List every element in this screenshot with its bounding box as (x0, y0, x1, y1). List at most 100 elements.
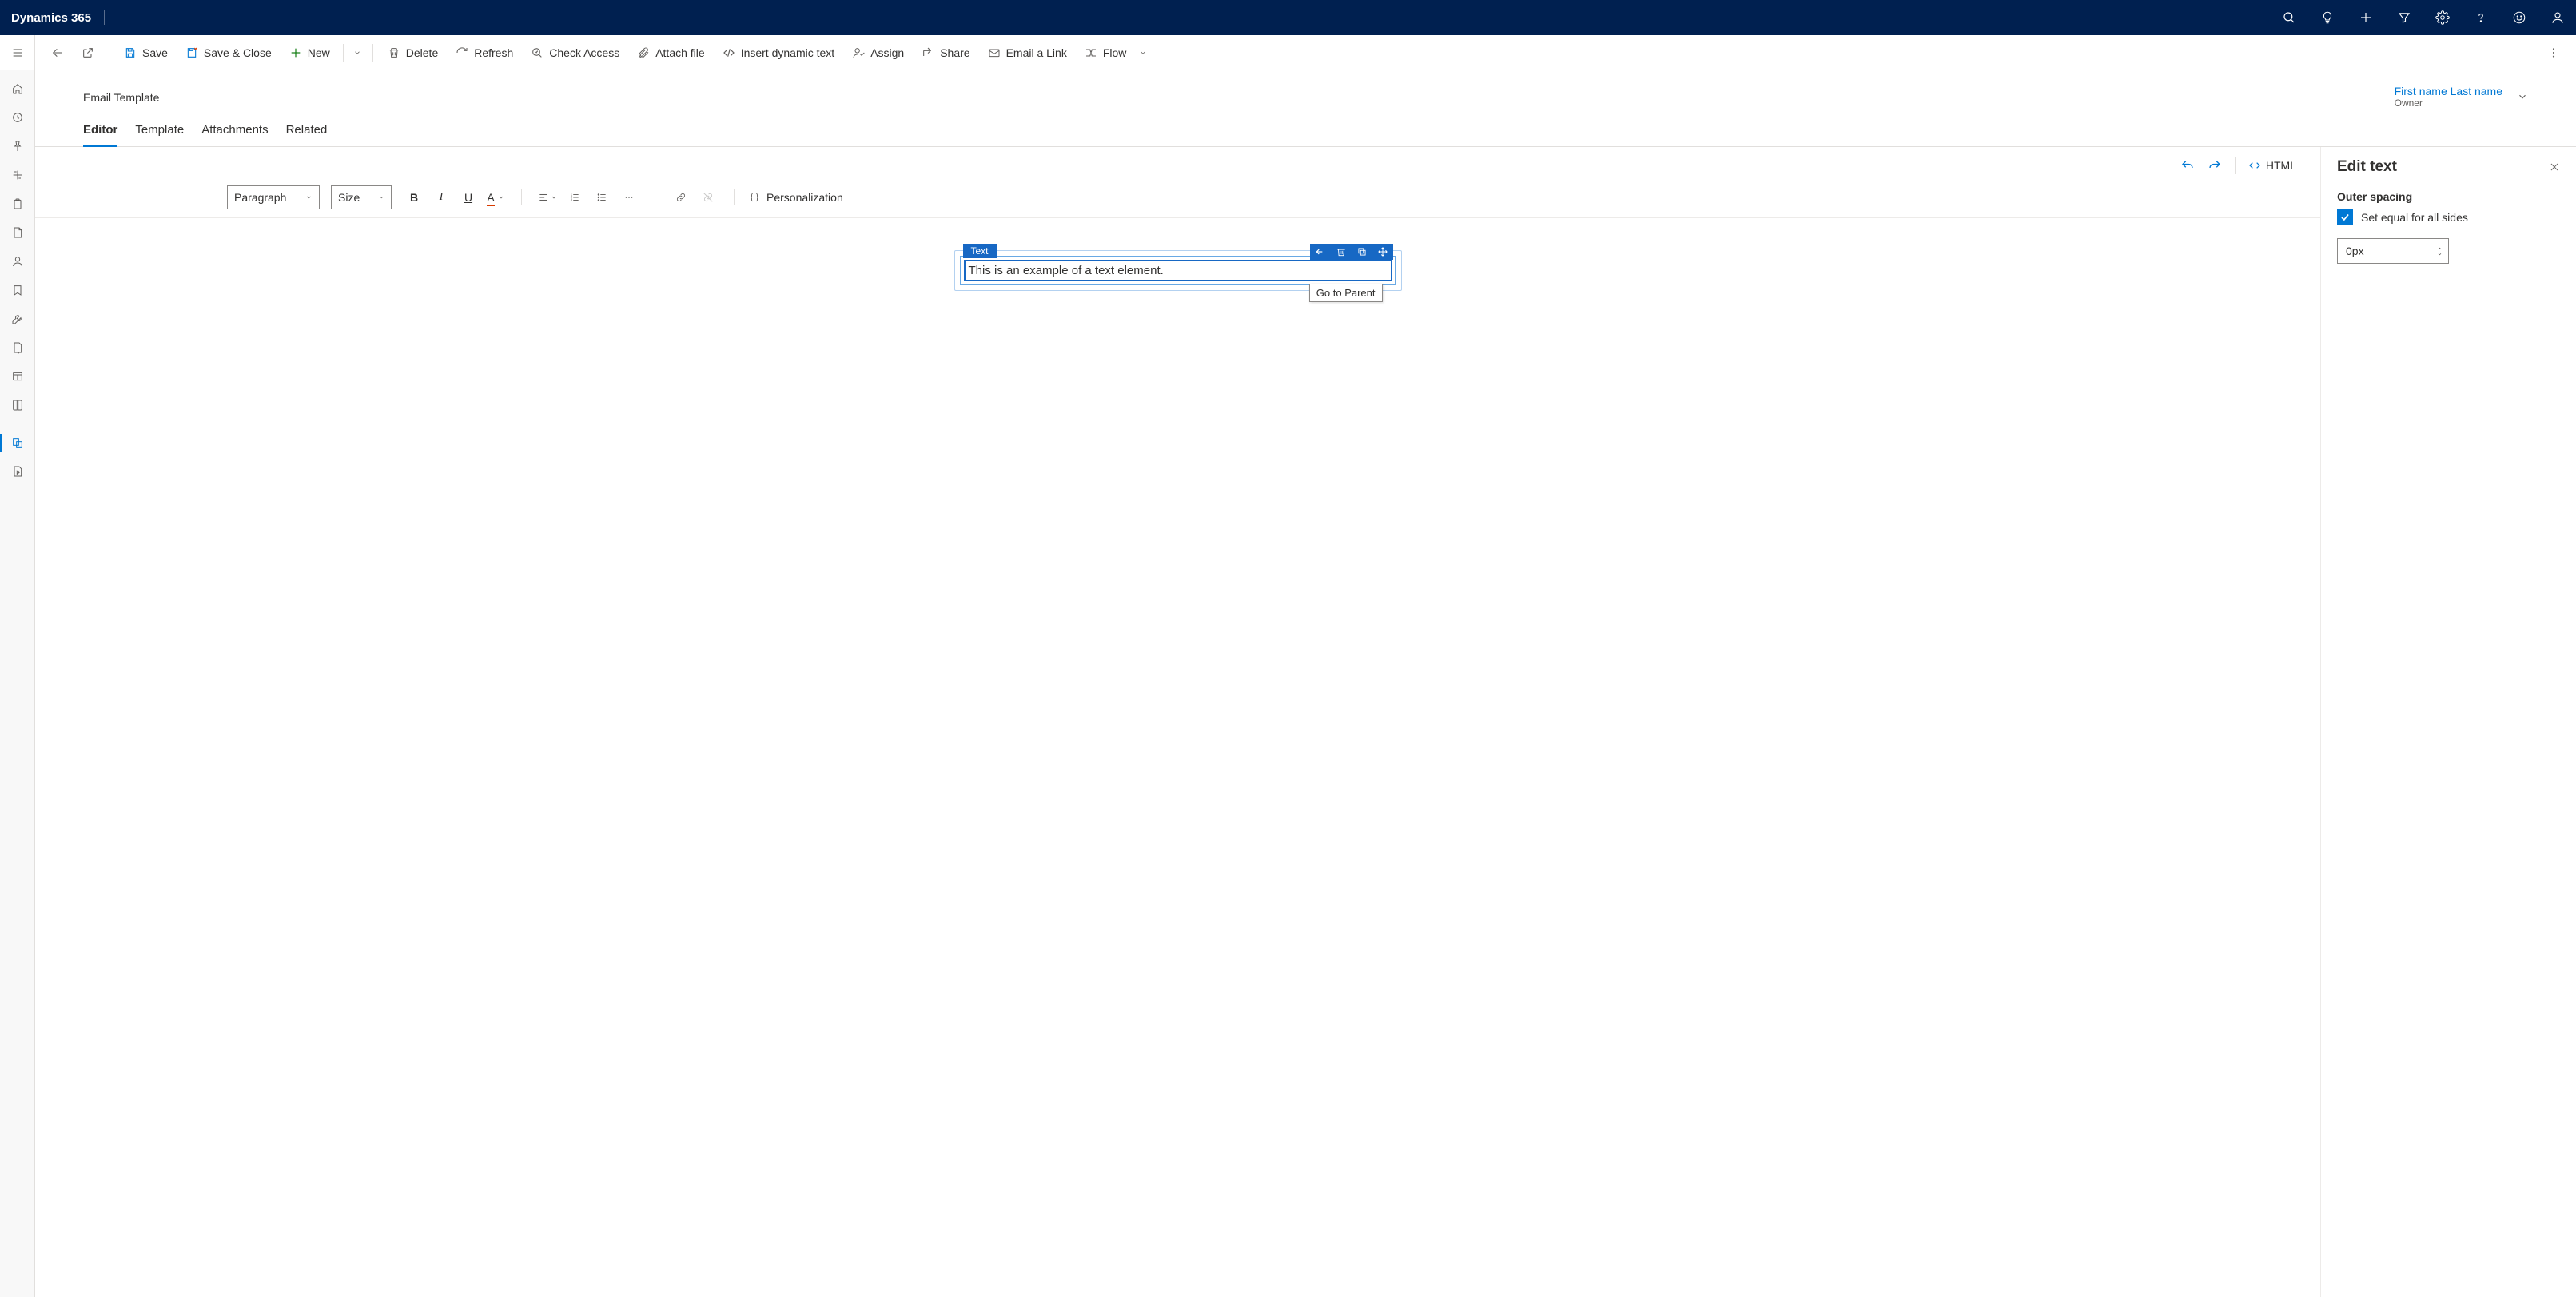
insert-dynamic-button[interactable]: Insert dynamic text (715, 40, 843, 66)
rail-item-4[interactable] (0, 161, 35, 189)
bullet-list-button[interactable] (591, 186, 613, 209)
check-access-button[interactable]: Check Access (523, 40, 627, 66)
commandbar-row: Save Save & Close New D (0, 35, 2576, 70)
new-button[interactable]: New (281, 40, 338, 66)
refresh-label: Refresh (474, 46, 513, 59)
delete-button[interactable]: Delete (380, 40, 446, 66)
open-new-window-button[interactable] (74, 38, 102, 67)
flow-dropdown[interactable] (1134, 49, 1152, 57)
share-button[interactable]: Share (914, 40, 977, 66)
more-formatting-button[interactable] (618, 186, 640, 209)
html-toggle-button[interactable]: HTML (2248, 159, 2296, 172)
owner-label: Owner (2395, 97, 2502, 109)
share-label: Share (940, 46, 969, 59)
assign-label: Assign (870, 46, 904, 59)
section-selection[interactable]: Text (954, 250, 1402, 291)
divider (2235, 157, 2236, 174)
rail-item-10[interactable] (0, 334, 35, 361)
main-shell: Email Template First name Last name Owne… (0, 70, 2576, 1297)
spacing-input[interactable]: 0px (2337, 238, 2449, 264)
rail-home[interactable] (0, 75, 35, 102)
help-icon[interactable] (2474, 10, 2488, 25)
flow-icon (1085, 46, 1097, 59)
delete-element-button[interactable] (1331, 244, 1352, 260)
size-dd-label: Size (338, 191, 360, 204)
overflow-menu[interactable] (2539, 38, 2568, 67)
owner-lookup[interactable]: First name Last name Owner (2395, 85, 2528, 109)
link-button[interactable] (670, 186, 692, 209)
rail-item-6[interactable] (0, 219, 35, 246)
gear-icon[interactable] (2435, 10, 2450, 25)
personalization-button[interactable]: Personalization (749, 191, 843, 204)
canvas[interactable]: Text (35, 218, 2320, 1297)
save-close-icon (185, 46, 198, 59)
font-color-button[interactable]: A (484, 186, 507, 209)
tab-attachments[interactable]: Attachments (201, 123, 268, 146)
code-icon (723, 46, 735, 59)
element-controls (1310, 244, 1393, 260)
unlink-button[interactable] (697, 186, 719, 209)
column-selection[interactable]: Text (960, 256, 1396, 285)
undo-button[interactable] (2180, 158, 2195, 173)
smile-icon[interactable] (2512, 10, 2526, 25)
commandbar: Save Save & Close New D (35, 35, 2576, 70)
close-panel-button[interactable] (2549, 161, 2560, 173)
rail-book[interactable] (0, 392, 35, 419)
rail-bookmark[interactable] (0, 277, 35, 304)
rail-clipboard[interactable] (0, 190, 35, 217)
new-dropdown[interactable] (348, 49, 366, 57)
rail-item-11[interactable] (0, 363, 35, 390)
search-icon[interactable] (2282, 10, 2296, 25)
spinner-arrows[interactable] (2436, 246, 2443, 257)
equal-sides-checkbox[interactable] (2337, 209, 2353, 225)
underline-button[interactable]: U (457, 186, 480, 209)
flow-button[interactable]: Flow (1077, 40, 1135, 66)
italic-button[interactable]: I (430, 186, 452, 209)
lightbulb-icon[interactable] (2320, 10, 2335, 25)
email-link-label: Email a Link (1006, 46, 1067, 59)
delete-label: Delete (406, 46, 438, 59)
check-access-icon (531, 46, 543, 59)
braces-icon (749, 192, 760, 203)
move-element-button[interactable] (1372, 244, 1393, 260)
refresh-button[interactable]: Refresh (448, 40, 521, 66)
filter-icon[interactable] (2397, 10, 2411, 25)
save-button[interactable]: Save (116, 40, 176, 66)
numbered-list-button[interactable]: 123 (563, 186, 586, 209)
align-button[interactable] (536, 186, 559, 209)
assign-icon (852, 46, 865, 59)
rail-wrench[interactable] (0, 305, 35, 332)
save-icon (124, 46, 137, 59)
rail-pinned[interactable] (0, 133, 35, 160)
sitemap-toggle[interactable] (0, 35, 35, 70)
chevron-down-icon (379, 193, 384, 201)
app-title: Dynamics 365 (11, 11, 91, 25)
duplicate-element-button[interactable] (1352, 244, 1372, 260)
plus-icon[interactable] (2359, 10, 2373, 25)
flow-label: Flow (1103, 46, 1127, 59)
new-label: New (308, 46, 330, 59)
rail-contacts[interactable] (0, 248, 35, 275)
back-button[interactable] (43, 38, 72, 67)
form-tabs: Editor Template Attachments Related (35, 109, 2576, 147)
save-close-button[interactable]: Save & Close (177, 40, 280, 66)
formatting-toolbar: Paragraph Size B I U A (35, 182, 2320, 218)
bold-button[interactable]: B (403, 186, 425, 209)
left-nav-rail (0, 70, 35, 1297)
tab-template[interactable]: Template (135, 123, 184, 146)
assign-button[interactable]: Assign (844, 40, 912, 66)
rail-item-14[interactable] (0, 458, 35, 485)
person-icon[interactable] (2550, 10, 2565, 25)
email-link-button[interactable]: Email a Link (980, 40, 1075, 66)
rail-recent[interactable] (0, 104, 35, 131)
paragraph-dropdown[interactable]: Paragraph (227, 185, 320, 209)
go-to-parent-button[interactable] (1310, 244, 1331, 260)
text-element[interactable]: This is an example of a text element. (964, 260, 1392, 281)
redo-button[interactable] (2208, 158, 2222, 173)
rail-templates[interactable] (0, 429, 35, 456)
size-dropdown[interactable]: Size (331, 185, 392, 209)
attach-file-button[interactable]: Attach file (629, 40, 712, 66)
owner-name: First name Last name (2395, 85, 2502, 97)
tab-editor[interactable]: Editor (83, 123, 117, 146)
tab-related[interactable]: Related (286, 123, 328, 146)
